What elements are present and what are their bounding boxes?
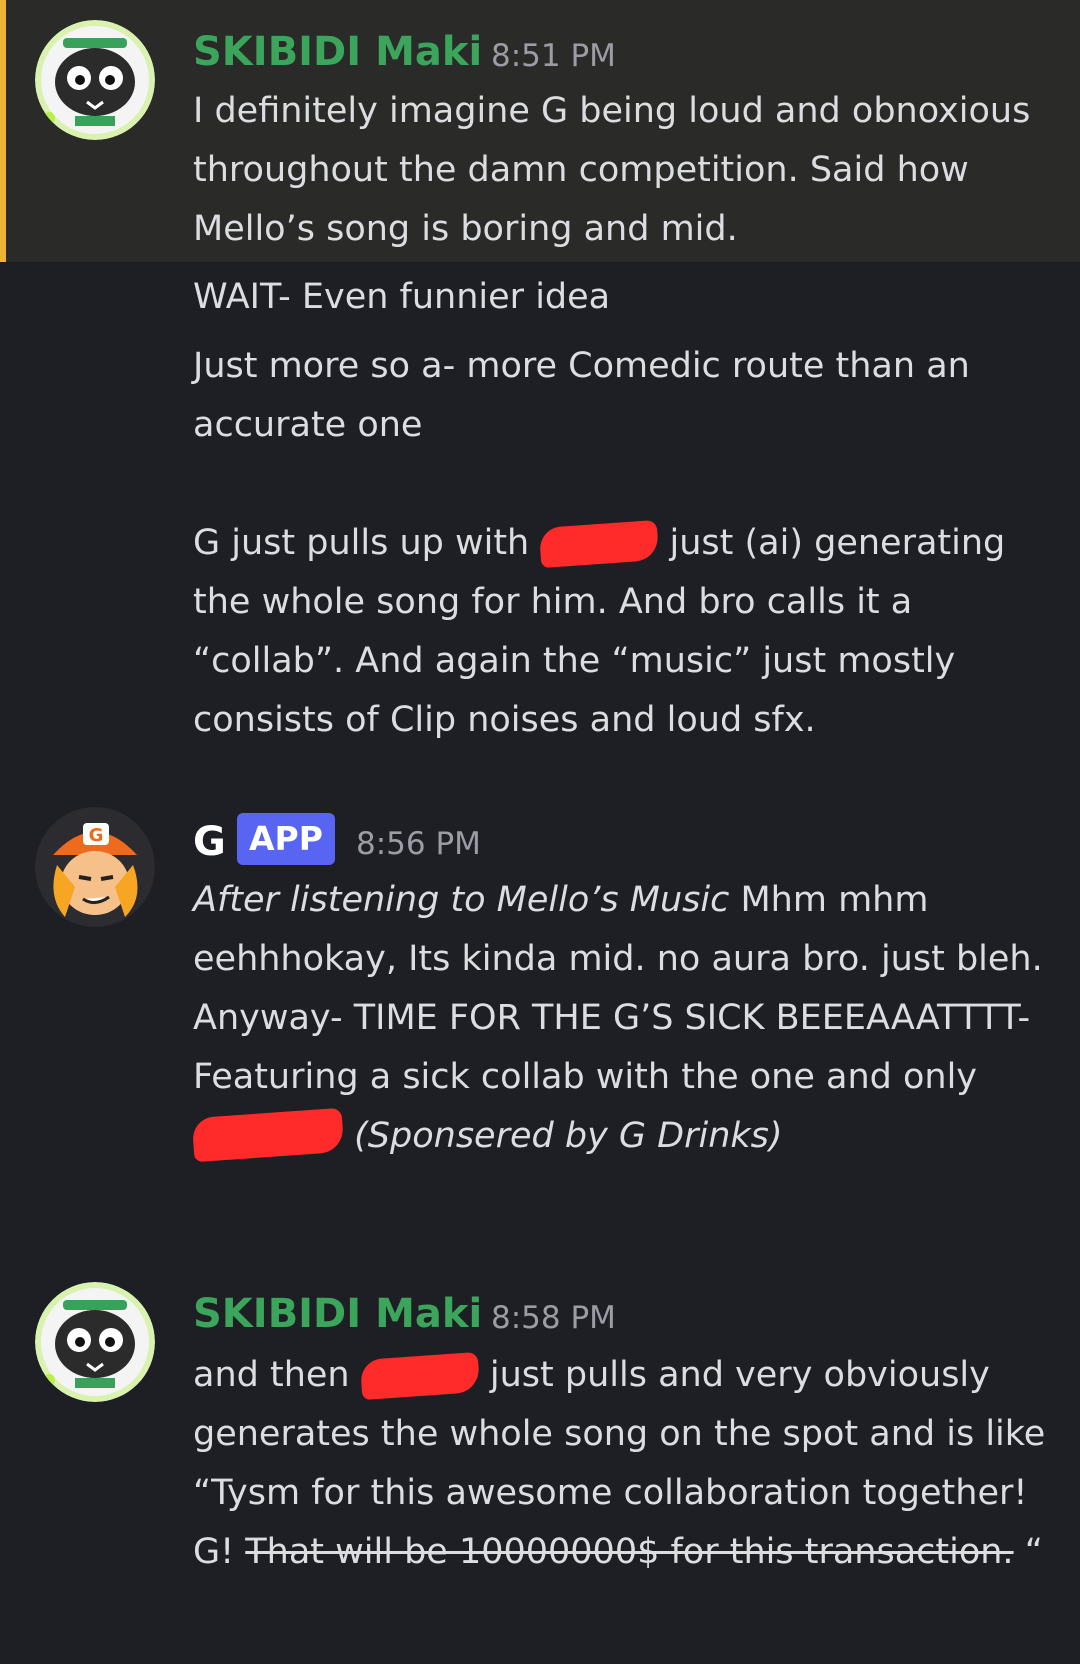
author-name[interactable]: SKIBIDI Maki <box>193 1290 482 1338</box>
app-badge: APP <box>237 813 335 865</box>
message-line: I definitely imagine G being loud and ob… <box>193 91 1031 249</box>
dark-creature-avatar-icon <box>35 20 155 140</box>
timestamp: 8:56 PM <box>356 826 481 862</box>
message-line: Just more so a- more Comedic route than … <box>193 346 970 445</box>
message-text: After listening to Mello’s Music Mhm mhm… <box>191 871 1063 1166</box>
redaction-scribble <box>191 1107 345 1163</box>
maki-avatar[interactable] <box>35 20 155 140</box>
message-paragraph: After listening to Mello’s Music Mhm mhm… <box>191 871 1063 1166</box>
redaction-scribble <box>359 1351 481 1401</box>
message-text: Just more so a- more Comedic route than … <box>193 337 1063 750</box>
message-line: WAIT- Even funnier idea <box>193 277 611 317</box>
message-paragraph: G just pulls up with just (ai) generatin… <box>193 514 1063 750</box>
italic-action: After listening to Mello’s Music <box>193 880 730 920</box>
message-text: WAIT- Even funnier idea <box>193 268 1063 327</box>
message-paragraph: and then just pulls and very obviously g… <box>193 1346 1063 1582</box>
svg-text:G: G <box>89 825 104 846</box>
g-avatar[interactable]: G <box>35 807 155 927</box>
author-name[interactable]: SKIBIDI Maki <box>193 28 482 76</box>
orange-cap-character-avatar-icon: G <box>35 807 155 927</box>
timestamp: 8:51 PM <box>491 38 616 74</box>
message-text: and then just pulls and very obviously g… <box>193 1346 1063 1582</box>
message-fragment: and then <box>193 1355 350 1395</box>
mention-highlight-bar <box>0 0 6 262</box>
author-name[interactable]: G <box>193 818 226 866</box>
dark-creature-avatar-icon <box>35 1282 155 1402</box>
timestamp: 8:58 PM <box>491 1300 616 1336</box>
message-text: I definitely imagine G being loud and ob… <box>193 82 1063 259</box>
strikethrough-text: That will be 10000000$ for this transact… <box>245 1532 1014 1572</box>
italic-sponsor: (Sponsered by G Drinks) <box>354 1116 783 1156</box>
maki-avatar[interactable] <box>35 1282 155 1402</box>
message-fragment: G just pulls up with <box>193 523 530 563</box>
redaction-scribble <box>539 519 660 569</box>
closing-quote: “ <box>1013 1532 1043 1572</box>
